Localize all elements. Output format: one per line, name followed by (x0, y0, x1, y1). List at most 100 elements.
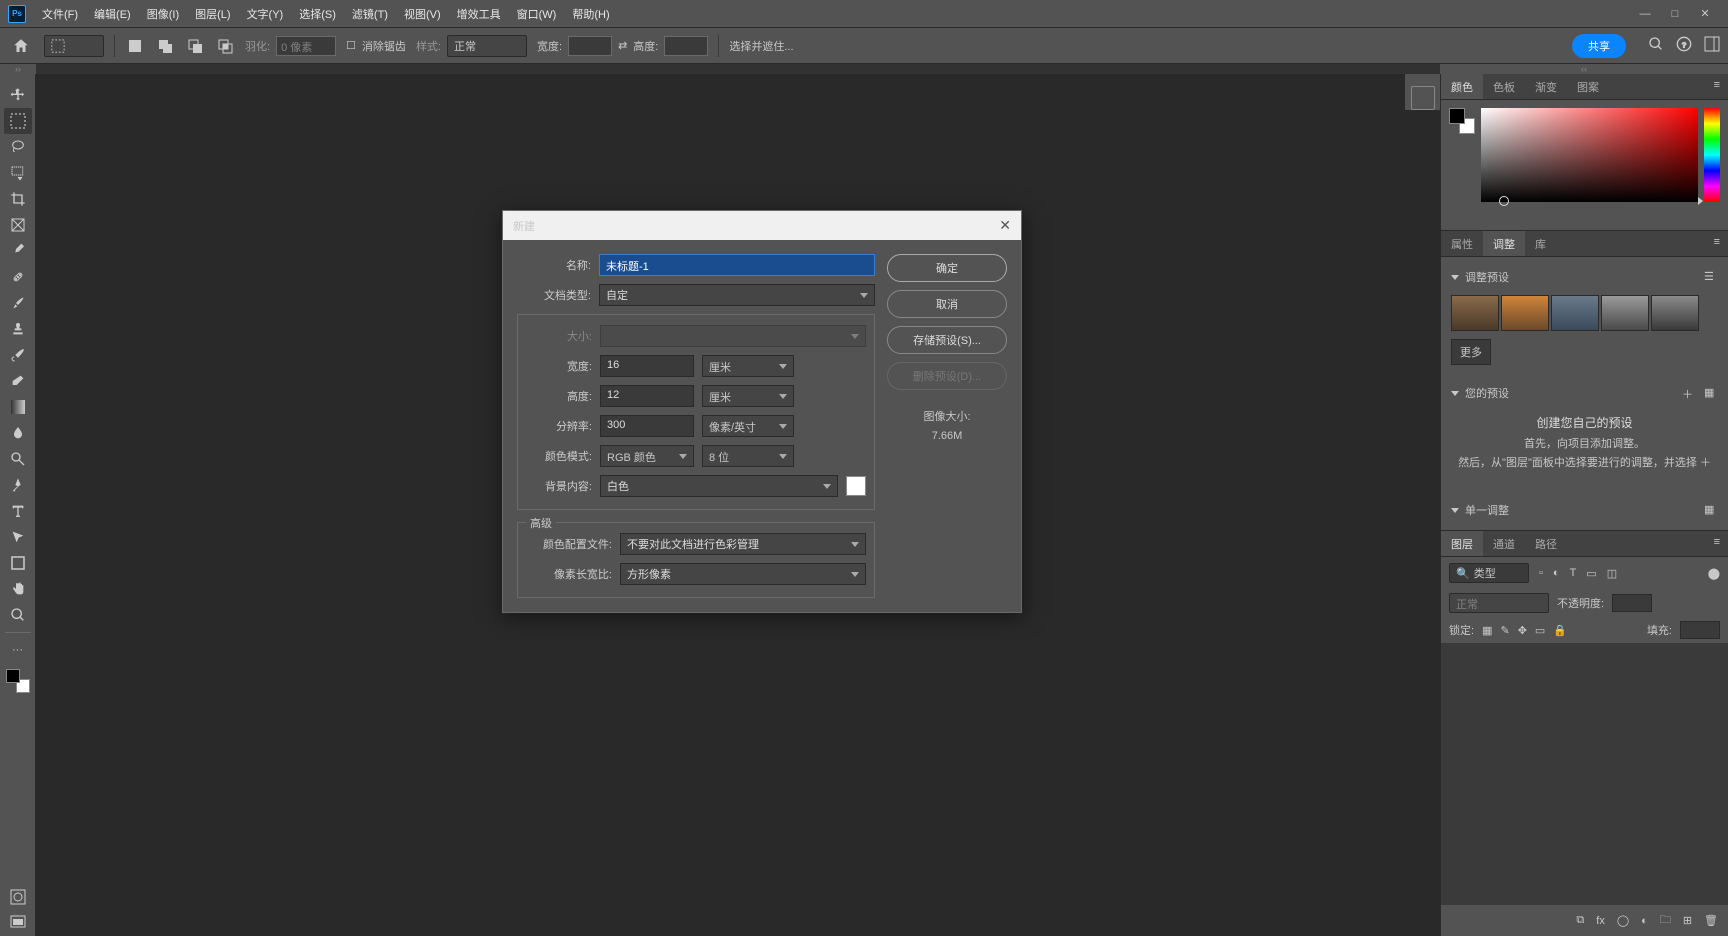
group-icon[interactable]: 🗀 (1660, 911, 1671, 930)
history-brush-tool[interactable] (4, 342, 32, 368)
filter-adjust-icon[interactable]: ◐ (1553, 567, 1560, 579)
filter-toggle[interactable]: ⬤ (1708, 567, 1720, 580)
fg-bg-swatch[interactable] (1449, 108, 1475, 134)
tab-patterns[interactable]: 图案 (1567, 74, 1609, 99)
preset-thumb[interactable] (1501, 295, 1549, 331)
lasso-tool[interactable] (4, 134, 32, 160)
name-input[interactable]: 未标题-1 (599, 254, 875, 276)
add-icon[interactable]: ＋ (1682, 386, 1696, 400)
filter-shape-icon[interactable]: ▭ (1586, 567, 1596, 580)
quickmask-button[interactable] (4, 884, 32, 910)
profile-select[interactable]: 不要对此文档进行色彩管理 (620, 533, 866, 555)
fg-bg-colors[interactable] (4, 667, 32, 695)
lock-position-icon[interactable]: ✎ (1500, 624, 1509, 637)
bg-color-swatch[interactable] (846, 476, 866, 496)
tab-swatches[interactable]: 色板 (1483, 74, 1525, 99)
dialog-titlebar[interactable]: 新建 ✕ (503, 211, 1021, 240)
marquee-tool[interactable] (4, 108, 32, 134)
filter-image-icon[interactable]: ▫ (1539, 567, 1543, 579)
preset-thumb[interactable] (1651, 295, 1699, 331)
search-icon[interactable] (1648, 36, 1664, 55)
resolution-unit-select[interactable]: 像素/英寸 (702, 415, 794, 437)
tab-gradients[interactable]: 渐变 (1525, 74, 1567, 99)
link-layers-icon[interactable]: ⧉ (1576, 914, 1584, 927)
fill-input[interactable] (1680, 621, 1720, 639)
colormode-select[interactable]: RGB 颜色 (600, 445, 694, 467)
frame-tool[interactable] (4, 212, 32, 238)
menu-window[interactable]: 窗口(W) (509, 2, 565, 26)
menu-layer[interactable]: 图层(L) (187, 2, 238, 26)
tab-libraries[interactable]: 库 (1525, 231, 1556, 256)
maximize-button[interactable]: □ (1668, 7, 1682, 21)
gradient-tool[interactable] (4, 394, 32, 420)
screenmode-button[interactable] (4, 910, 32, 936)
delete-layer-icon[interactable]: 🗑 (1704, 914, 1718, 927)
layer-panel-menu[interactable]: ≡ (1706, 531, 1728, 556)
tab-properties[interactable]: 属性 (1441, 231, 1483, 256)
color-panel-menu[interactable]: ≡ (1706, 74, 1728, 99)
bitdepth-select[interactable]: 8 位 (702, 445, 794, 467)
adjust-panel-menu[interactable]: ≡ (1706, 231, 1728, 256)
dialog-close-button[interactable]: ✕ (999, 217, 1011, 234)
preset-thumb[interactable] (1551, 295, 1599, 331)
mask-icon[interactable]: ◯ (1617, 914, 1629, 927)
brush-tool[interactable] (4, 290, 32, 316)
move-tool[interactable] (4, 82, 32, 108)
adjustment-presets-header[interactable]: 调整预设 ☰ (1451, 265, 1718, 289)
tab-color[interactable]: 颜色 (1441, 74, 1483, 99)
edit-toolbar-button[interactable]: ··· (4, 637, 32, 663)
eraser-tool[interactable] (4, 368, 32, 394)
path-tool[interactable] (4, 524, 32, 550)
menu-plugins[interactable]: 增效工具 (449, 2, 509, 26)
menu-edit[interactable]: 编辑(E) (86, 2, 139, 26)
resolution-input[interactable]: 300 (600, 415, 694, 437)
doctype-select[interactable]: 自定 (599, 284, 875, 306)
height-unit-select[interactable]: 厘米 (702, 385, 794, 407)
type-tool[interactable] (4, 498, 32, 524)
minimize-button[interactable]: — (1638, 7, 1652, 21)
stamp-tool[interactable] (4, 316, 32, 342)
workspace-icon[interactable] (1704, 36, 1720, 55)
right-expand-handle[interactable]: ‹‹ (1440, 64, 1728, 74)
crop-tool[interactable] (4, 186, 32, 212)
selection-intersect-icon[interactable] (215, 36, 235, 56)
preset-thumb[interactable] (1601, 295, 1649, 331)
healing-tool[interactable] (4, 264, 32, 290)
home-button[interactable] (8, 33, 34, 59)
menu-view[interactable]: 视图(V) (396, 2, 449, 26)
grid-icon[interactable]: ▦ (1704, 386, 1718, 400)
save-preset-button[interactable]: 存储预设(S)... (887, 326, 1007, 354)
new-layer-icon[interactable]: ⊞ (1683, 914, 1692, 927)
close-button[interactable]: ✕ (1698, 7, 1712, 21)
pen-tool[interactable] (4, 472, 32, 498)
tab-adjustments[interactable]: 调整 (1483, 231, 1525, 256)
color-field[interactable] (1481, 108, 1698, 202)
selection-add-icon[interactable] (155, 36, 175, 56)
tab-paths[interactable]: 路径 (1525, 531, 1567, 556)
preset-thumb[interactable] (1451, 295, 1499, 331)
more-presets-button[interactable]: 更多 (1451, 339, 1491, 365)
your-presets-header[interactable]: 您的预设 ＋▦ (1451, 381, 1718, 405)
aspect-select[interactable]: 方形像素 (620, 563, 866, 585)
width-unit-select[interactable]: 厘米 (702, 355, 794, 377)
width-input[interactable]: 16 (600, 355, 694, 377)
feather-input[interactable]: 0 像素 (276, 36, 336, 56)
style-select[interactable]: 正常 (447, 35, 527, 57)
tab-layers[interactable]: 图层 (1441, 531, 1483, 556)
grid-icon[interactable]: ▦ (1704, 503, 1718, 517)
bg-select[interactable]: 白色 (600, 475, 838, 497)
filter-smart-icon[interactable]: ◫ (1607, 567, 1617, 580)
menu-select[interactable]: 选择(S) (291, 2, 344, 26)
height-input[interactable]: 12 (600, 385, 694, 407)
lock-artboard-icon[interactable]: ▭ (1535, 624, 1545, 637)
single-adjust-header[interactable]: 单一调整 ▦ (1451, 498, 1718, 522)
selection-subtract-icon[interactable] (185, 36, 205, 56)
lock-pixels-icon[interactable]: ▦ (1482, 624, 1492, 637)
menu-file[interactable]: 文件(F) (34, 2, 86, 26)
hue-slider[interactable] (1704, 108, 1720, 202)
share-button[interactable]: 共享 (1572, 34, 1626, 58)
shape-tool[interactable] (4, 550, 32, 576)
selection-new-icon[interactable] (125, 36, 145, 56)
blend-mode-select[interactable]: 正常 (1449, 593, 1549, 613)
ok-button[interactable]: 确定 (887, 254, 1007, 282)
